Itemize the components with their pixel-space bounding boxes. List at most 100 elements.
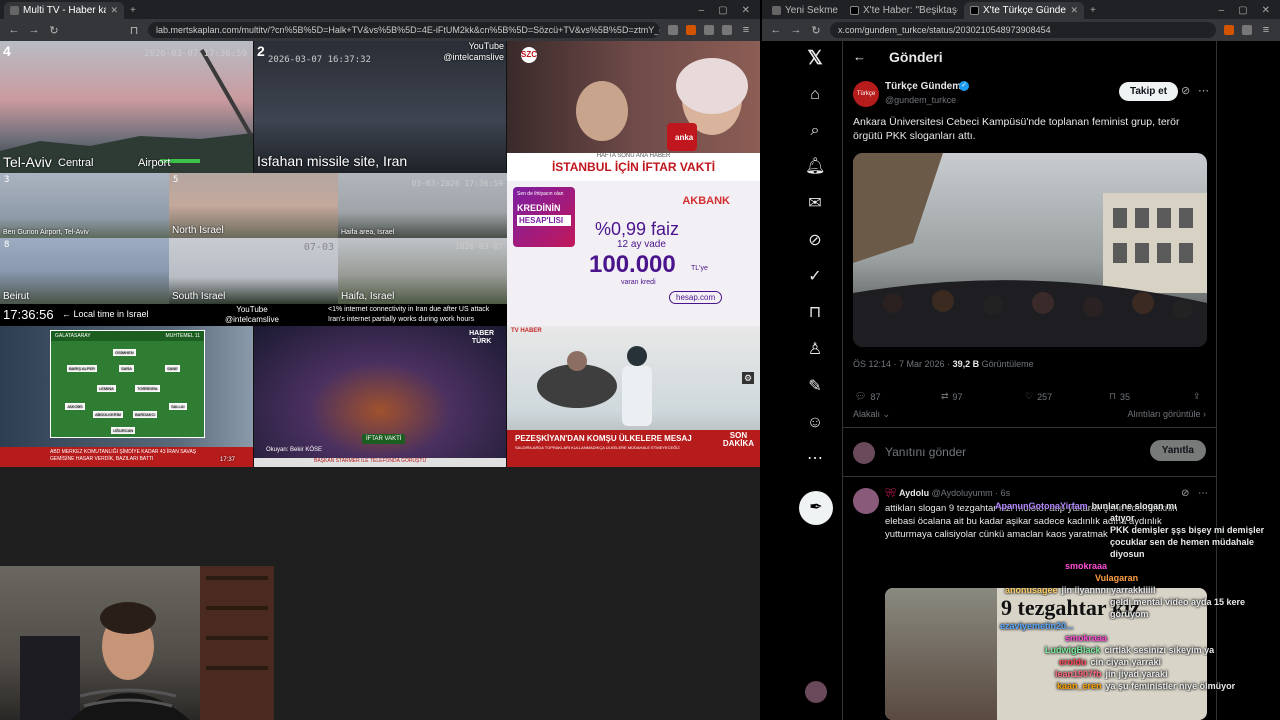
- tweet-timestamp[interactable]: ÖS 12:14 · 7 Mar 2026 ·: [853, 359, 953, 369]
- profile-icon[interactable]: ☺: [805, 413, 825, 433]
- author-name[interactable]: Türkçe Gündem: [885, 81, 961, 92]
- extension-icon[interactable]: [668, 25, 678, 35]
- formation-label: MUHTEMEL 11: [165, 333, 200, 339]
- menu-icon[interactable]: ≡: [740, 24, 752, 36]
- tv-cell-north-israel[interactable]: 5 North Israel: [169, 173, 338, 238]
- reload-icon[interactable]: ↻: [48, 24, 60, 37]
- back-arrow-icon[interactable]: ←: [853, 49, 866, 64]
- tab-x-besiktas[interactable]: X'te Haber: "Beşiktaş-Galatasaray der...: [844, 2, 964, 19]
- tv-cell-city-night[interactable]: HABER TÜRK İFTAR VAKTİ Okuyan: Bekir KÖSE…: [254, 326, 506, 467]
- author-avatar[interactable]: Türkçe: [853, 81, 879, 107]
- reply-author-name[interactable]: Aydolu: [899, 488, 929, 498]
- bookmark-action[interactable]: ⊓ 35: [1109, 391, 1130, 402]
- tv-cell-beirut[interactable]: 8 Beirut: [0, 238, 169, 304]
- related-link[interactable]: Alakalı ⌄: [853, 409, 890, 420]
- player-chip: JAKOBS: [65, 403, 85, 410]
- reply-author-handle[interactable]: @Aydoluyumm: [932, 488, 993, 498]
- my-avatar: [853, 442, 875, 464]
- bookmark-icon: ⊓: [1109, 391, 1117, 401]
- url-text: lab.mertskaplan.com/multitv/?cn%5B%5D=Ha…: [156, 25, 660, 35]
- ad-tag: Sen de ihtiyacın olan: [517, 191, 564, 197]
- tv-cell-szc[interactable]: SZC anka HAFTA SONU ANA HABER İSTANBUL İ…: [507, 41, 760, 181]
- extension-icon[interactable]: [704, 25, 714, 35]
- x-logo-icon[interactable]: 𝕏: [805, 49, 825, 69]
- reply-grok-icon[interactable]: ⊘: [1181, 488, 1189, 499]
- tv-cell-haifa-area[interactable]: 03-03-2026 17:36:59 Haifa area, Israel: [338, 173, 507, 238]
- reload-icon[interactable]: ↻: [810, 24, 822, 37]
- channel-watermark: YouTube @intelcamslive: [225, 305, 279, 325]
- chat-message: kaan_eren ya şu feministler niye ölmüyor: [995, 680, 1280, 692]
- new-tab-button[interactable]: +: [124, 2, 142, 19]
- reply-action[interactable]: 💬︎ 87: [855, 391, 880, 402]
- share-action[interactable]: ⇪: [1193, 391, 1201, 402]
- view-quotes-link[interactable]: Alıntıları görüntüle ›: [1127, 409, 1206, 419]
- new-tab-button[interactable]: +: [1084, 2, 1102, 19]
- maximize-icon[interactable]: ▢: [718, 2, 727, 19]
- haberturk-logo: HABER TÜRK: [469, 330, 494, 346]
- tab-x-turkce-gundem[interactable]: X'te Türkçe Gündem: "Ankara... ✕: [964, 2, 1084, 19]
- forward-icon[interactable]: →: [790, 24, 802, 36]
- reply-button[interactable]: Yanıtla: [1149, 440, 1206, 461]
- tab-new[interactable]: Yeni Sekme: [766, 2, 844, 19]
- articles-icon[interactable]: ✎: [805, 377, 825, 397]
- menu-icon[interactable]: ≡: [1260, 24, 1272, 36]
- tv-cell-hospital[interactable]: ⚙ TV HABER PEZEŞKİYAN'DAN KOMŞU ÜLKELERE…: [507, 326, 760, 467]
- follow-button[interactable]: Takip et: [1119, 82, 1179, 101]
- right-url-field[interactable]: x.com/gundem_turkce/status/2030210548973…: [830, 22, 1216, 38]
- left-url-field[interactable]: lab.mertskaplan.com/multitv/?cn%5B%5D=Ha…: [148, 22, 660, 38]
- chat-user: smokraaa: [1065, 561, 1108, 571]
- minimize-icon[interactable]: –: [699, 2, 705, 19]
- reply-age: · 6s: [995, 488, 1011, 498]
- grok-explain-icon[interactable]: ⊘: [1181, 84, 1190, 97]
- tweet-media[interactable]: [853, 153, 1207, 347]
- tv-cell-football[interactable]: GALATASARAY MUHTEMEL 11 OSIMHEN BARIŞ AL…: [0, 326, 253, 467]
- extension-icon[interactable]: [722, 25, 732, 35]
- tv-cell-tel-aviv[interactable]: 4 2026-03-07 17:36:59 Tel-Aviv Central A…: [0, 41, 253, 173]
- tv-cell-south-israel[interactable]: 07-03 South Israel: [169, 238, 338, 304]
- bookmarks-icon[interactable]: ⊓: [805, 303, 825, 323]
- extension-icon[interactable]: [1224, 25, 1234, 35]
- premium-icon[interactable]: ♙: [805, 340, 825, 360]
- settings-gear-icon[interactable]: ⚙: [742, 372, 754, 384]
- chat-message: eroldu cin ciyan yarraki: [995, 656, 1280, 668]
- chat-message: lean1907fb jin jiyad yaraki: [995, 668, 1280, 680]
- tweet-text: Ankara Üniversitesi Cebeci Kampüsü'nde t…: [853, 116, 1180, 142]
- notifications-icon[interactable]: 🔔︎: [805, 157, 825, 177]
- bookmark-icon[interactable]: ⊓: [128, 24, 140, 37]
- compose-post-button[interactable]: ✒: [799, 491, 833, 525]
- ad-amount: 100.000: [589, 251, 676, 278]
- close-window-icon[interactable]: ✕: [1262, 2, 1270, 19]
- communities-icon[interactable]: ✓: [805, 267, 825, 287]
- player-chip: TORREIRA: [135, 385, 160, 392]
- reply-input[interactable]: Yanıtını gönder: [885, 445, 966, 459]
- search-icon[interactable]: ⌕: [805, 121, 825, 141]
- tv-cell-isfahan[interactable]: 2 2026-03-07 16:37:32 YouTube @intelcamsl…: [254, 41, 506, 173]
- forward-icon[interactable]: →: [28, 24, 40, 36]
- author-handle[interactable]: @gundem_turkce: [885, 95, 956, 105]
- grok-icon[interactable]: ⊘: [805, 231, 825, 251]
- chat-message: smokraaa: [995, 560, 1280, 572]
- tv-cell-akbank-ad[interactable]: Sen de ihtiyacın olan KREDİNİN HESAP'LIS…: [507, 181, 760, 326]
- close-window-icon[interactable]: ✕: [742, 2, 750, 19]
- account-avatar[interactable]: [805, 681, 827, 703]
- home-icon[interactable]: ⌂: [805, 85, 825, 105]
- maximize-icon[interactable]: ▢: [1238, 2, 1247, 19]
- back-icon[interactable]: ←: [770, 24, 782, 36]
- retweet-action[interactable]: ⇄ 97: [941, 391, 963, 402]
- reply-author-avatar[interactable]: [853, 488, 879, 514]
- tab-multitv[interactable]: Multi TV - Haber kanallarını aynı... ✕: [4, 2, 124, 19]
- view-count: 39,2 B: [952, 359, 980, 369]
- extension-icon[interactable]: [686, 25, 696, 35]
- back-icon[interactable]: ←: [8, 24, 20, 36]
- messages-icon[interactable]: ✉: [805, 194, 825, 214]
- close-tab-icon[interactable]: ✕: [1070, 5, 1078, 16]
- tv-cell-haifa[interactable]: 2026-03-07 Haifa, Israel: [338, 238, 507, 304]
- more-options-icon[interactable]: ⋯: [1198, 84, 1209, 97]
- more-icon[interactable]: ⋯: [805, 449, 825, 469]
- extension-icon[interactable]: [1242, 25, 1252, 35]
- minimize-icon[interactable]: –: [1219, 2, 1225, 19]
- like-action[interactable]: ♡ 257: [1025, 391, 1052, 402]
- tv-cell-ben-gurion[interactable]: 3 Ben Gurion Airport, Tel-Aviv: [0, 173, 169, 238]
- reply-more-icon[interactable]: ⋯: [1198, 488, 1208, 499]
- close-tab-icon[interactable]: ✕: [110, 5, 118, 16]
